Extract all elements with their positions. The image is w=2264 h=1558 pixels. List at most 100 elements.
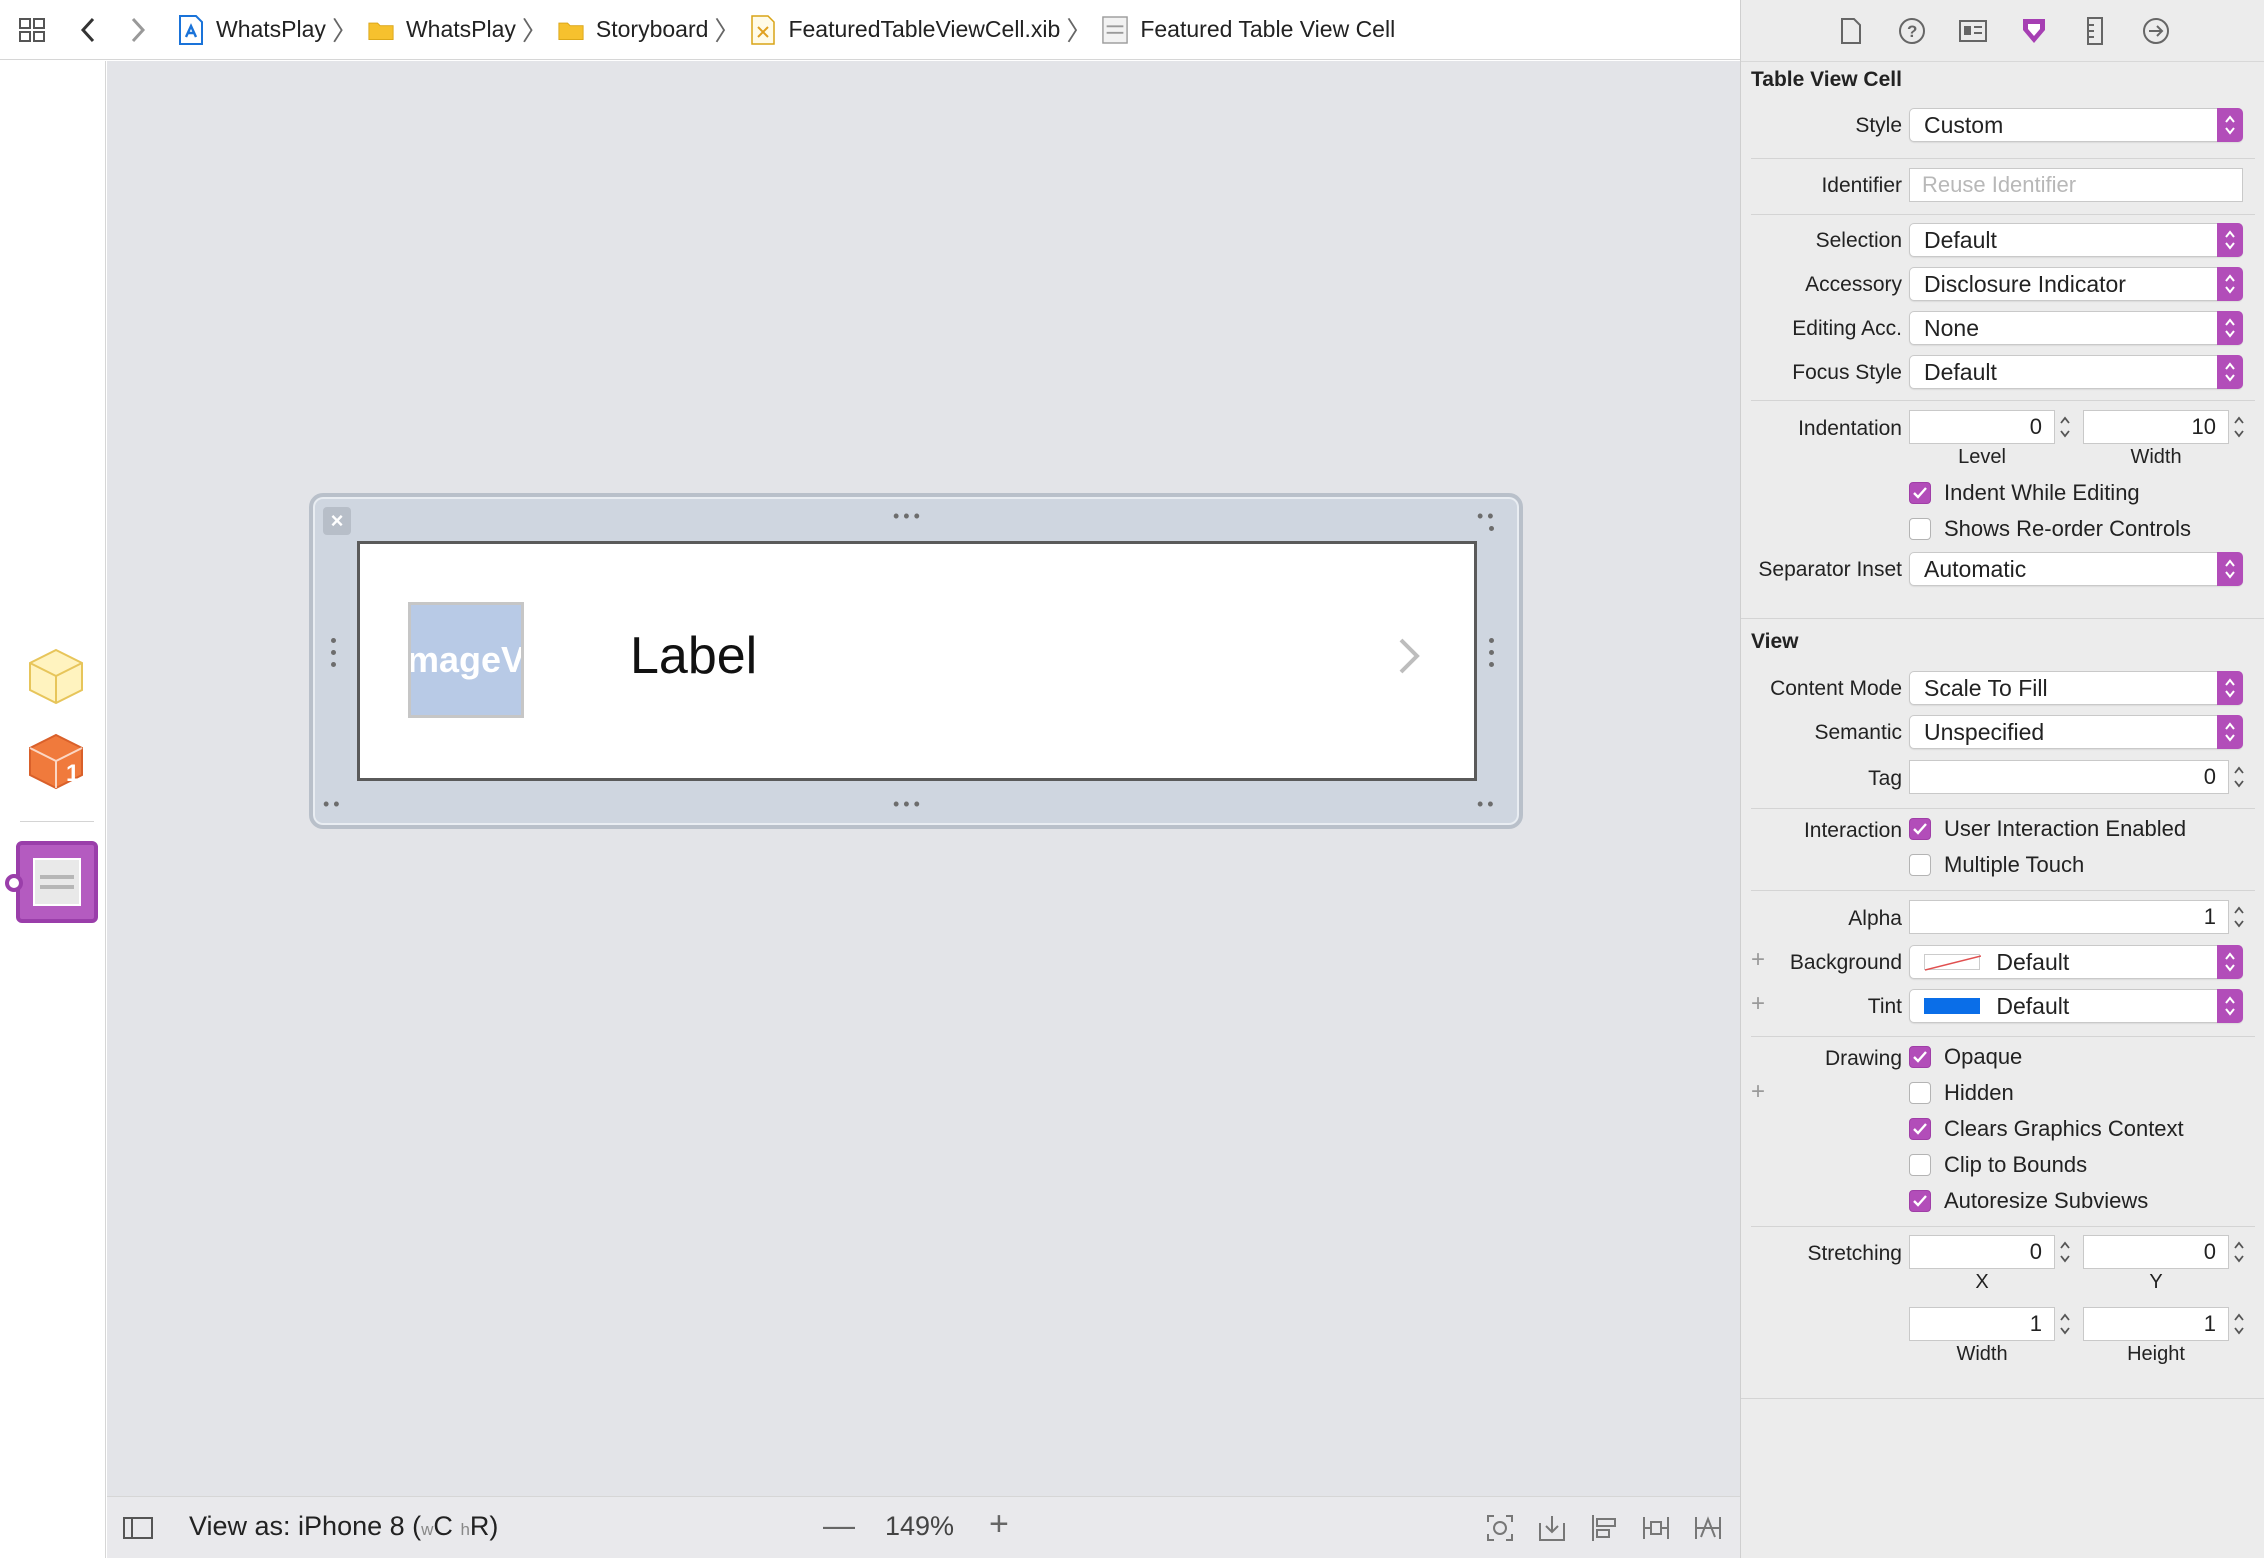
focus-style-popup[interactable]: Default [1909, 355, 2243, 389]
interface-builder-canvas[interactable]: × ••• ••• •• •• •• mageV Label [107, 61, 1740, 1496]
selection-label: Selection [1815, 229, 1902, 252]
add-constraints-icon[interactable] [1639, 1511, 1673, 1545]
file-inspector-icon[interactable] [1833, 13, 1869, 49]
clip-to-bounds-checkbox[interactable]: Clip to Bounds [1909, 1152, 2087, 1178]
accessory-popup[interactable]: Disclosure Indicator [1909, 267, 2243, 301]
background-popup[interactable]: Default [1909, 945, 2243, 979]
resize-handle-right-top[interactable] [1489, 519, 1495, 538]
accessory-label: Accessory [1805, 273, 1902, 296]
update-frames-icon[interactable] [1483, 1511, 1517, 1545]
stretching-label: Stretching [1807, 1242, 1902, 1265]
related-items-icon[interactable] [12, 10, 52, 50]
semantic-popup[interactable]: Unspecified [1909, 715, 2243, 749]
user-interaction-enabled-checkbox[interactable]: User Interaction Enabled [1909, 816, 2186, 842]
breadcrumb-item-folder-storyboard[interactable]: Storyboard 〉 [548, 0, 740, 60]
checkbox-label: Opaque [1944, 1044, 2023, 1069]
multiple-touch-checkbox[interactable]: Multiple Touch [1909, 852, 2084, 878]
add-variation-icon[interactable]: + [1751, 990, 1765, 1018]
breadcrumb-label: WhatsPlay [216, 16, 326, 42]
stretching-height-field[interactable]: 1 [2083, 1307, 2229, 1341]
folder-icon [368, 17, 394, 43]
embed-in-icon[interactable] [1535, 1511, 1569, 1545]
breadcrumb-label: Storyboard [595, 16, 709, 42]
attributes-inspector-icon[interactable] [2016, 13, 2052, 49]
resize-handle-bottom-left[interactable]: •• [323, 795, 344, 813]
opaque-checkbox[interactable]: Opaque [1909, 1044, 2022, 1070]
hidden-checkbox[interactable]: Hidden [1909, 1080, 2014, 1106]
help-inspector-icon[interactable]: ? [1894, 13, 1930, 49]
breadcrumb-item-xib-file[interactable]: FeaturedTableViewCell.xib 〉 [740, 0, 1092, 60]
image-view[interactable]: mageV [408, 602, 524, 718]
stretching-width-field[interactable]: 1 [1909, 1307, 2055, 1341]
canvas-bottom-bar: View as: iPhone 8 (wC hR) — 149% + [107, 1496, 1740, 1558]
cell-content-view[interactable]: mageV Label [357, 541, 1477, 781]
zoom-out-button[interactable]: — [823, 1507, 855, 1544]
default-color-swatch-icon [1924, 954, 1981, 972]
tag-stepper[interactable] [2231, 760, 2247, 794]
close-icon[interactable]: × [323, 507, 351, 535]
size-inspector-icon[interactable] [2077, 13, 2113, 49]
identifier-label: Identifier [1821, 174, 1902, 197]
connections-inspector-icon[interactable] [2138, 13, 2174, 49]
style-popup[interactable]: Custom [1909, 108, 2243, 142]
back-arrow-icon[interactable] [68, 10, 108, 50]
stretching-x-field[interactable]: 0 [1909, 1235, 2055, 1269]
align-icon[interactable] [1587, 1511, 1621, 1545]
style-value: Custom [1924, 112, 2004, 138]
add-variation-icon[interactable]: + [1751, 946, 1765, 974]
stretching-y-field[interactable]: 0 [2083, 1235, 2229, 1269]
resize-handle-bottom[interactable]: ••• [893, 795, 924, 813]
popup-arrows-icon [2217, 311, 2243, 345]
view-as-device-button[interactable]: View as: iPhone 8 (wC hR) [189, 1511, 498, 1542]
table-view-cell-frame[interactable]: × ••• ••• •• •• •• mageV Label [309, 493, 1523, 829]
popup-arrows-icon [2217, 223, 2243, 257]
separator-inset-popup[interactable]: Automatic [1909, 552, 2243, 586]
tint-popup[interactable]: Default [1909, 989, 2243, 1023]
clears-graphics-context-checkbox[interactable]: Clears Graphics Context [1909, 1116, 2184, 1142]
resize-handle-top[interactable]: ••• [893, 507, 924, 525]
indent-while-editing-checkbox[interactable]: Indent While Editing [1909, 480, 2140, 506]
breadcrumb-label: WhatsPlay [405, 16, 516, 42]
first-responder-cube-icon[interactable]: 1 [26, 731, 86, 791]
editing-accessory-label: Editing Acc. [1792, 317, 1902, 340]
document-outline-bar: 1 [0, 61, 106, 1558]
tag-field[interactable]: 0 [1909, 760, 2229, 794]
resolve-autolayout-icon[interactable] [1691, 1511, 1725, 1545]
divider [1751, 400, 2255, 401]
identity-inspector-icon[interactable] [1955, 13, 1991, 49]
editing-accessory-popup[interactable]: None [1909, 311, 2243, 345]
files-owner-cube-icon[interactable] [26, 646, 86, 706]
stretching-width-stepper[interactable] [2057, 1307, 2073, 1341]
indentation-level-stepper[interactable] [2057, 410, 2073, 444]
add-variation-icon[interactable]: + [1751, 1078, 1765, 1106]
indentation-level-field[interactable]: 0 [1909, 410, 2055, 444]
resize-handle-right[interactable] [1489, 631, 1495, 674]
alpha-field[interactable]: 1 [1909, 900, 2229, 934]
breadcrumb-item-folder-whatsplay[interactable]: WhatsPlay 〉 [358, 0, 548, 60]
shows-reorder-checkbox[interactable]: Shows Re-order Controls [1909, 516, 2191, 542]
checkbox-checked-icon [1909, 482, 1931, 504]
indentation-width-stepper[interactable] [2231, 410, 2247, 444]
breadcrumb-item-project[interactable]: WhatsPlay 〉 [168, 0, 358, 60]
stretching-height-stepper[interactable] [2231, 1307, 2247, 1341]
alpha-stepper[interactable] [2231, 900, 2247, 934]
resize-handle-bottom-right[interactable]: •• [1477, 795, 1498, 813]
selected-table-cell-item[interactable] [16, 841, 98, 923]
cell-label[interactable]: Label [630, 626, 757, 686]
zoom-in-button[interactable]: + [989, 1505, 1009, 1544]
selection-popup[interactable]: Default [1909, 223, 2243, 257]
forward-arrow-icon[interactable] [118, 10, 158, 50]
popup-arrows-icon [2217, 355, 2243, 389]
checkbox-unchecked-icon [1909, 1154, 1931, 1176]
popup-arrows-icon [2217, 945, 2243, 979]
toggle-outline-icon[interactable] [121, 1511, 155, 1545]
identifier-field[interactable]: Reuse Identifier [1909, 168, 2243, 202]
resize-handle-left[interactable] [331, 631, 337, 674]
indentation-width-field[interactable]: 10 [2083, 410, 2229, 444]
autoresize-subviews-checkbox[interactable]: Autoresize Subviews [1909, 1188, 2148, 1214]
stretching-x-stepper[interactable] [2057, 1235, 2073, 1269]
breadcrumb-item-cell[interactable]: Featured Table View Cell [1092, 0, 1395, 60]
stretching-y-stepper[interactable] [2231, 1235, 2247, 1269]
checkbox-unchecked-icon [1909, 518, 1931, 540]
content-mode-popup[interactable]: Scale To Fill [1909, 671, 2243, 705]
